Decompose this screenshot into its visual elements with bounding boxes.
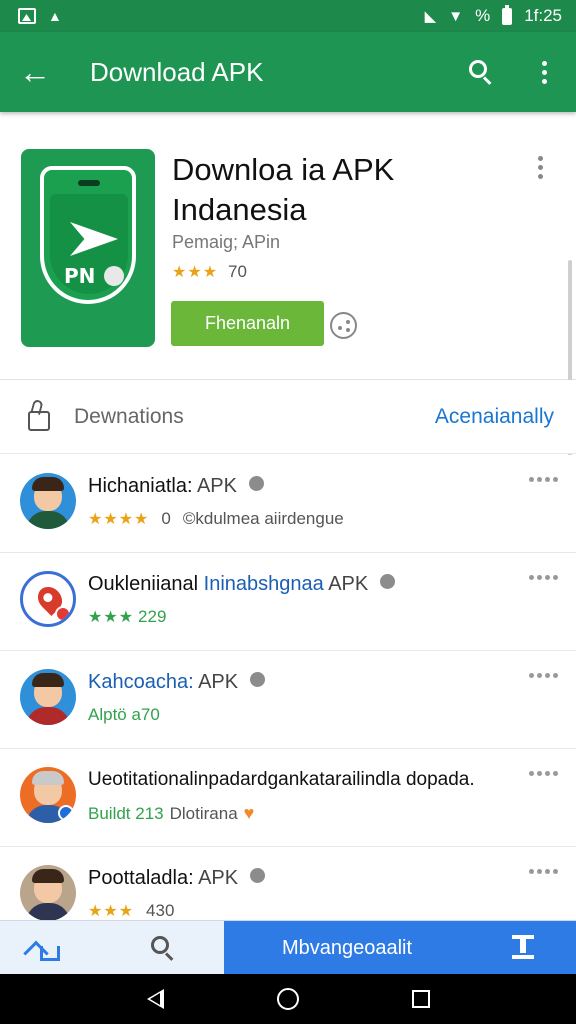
avatar bbox=[20, 767, 76, 823]
list-item-title: Hichaniatla: APK bbox=[88, 475, 264, 498]
person-search-icon bbox=[149, 935, 175, 961]
more-horiz-icon[interactable] bbox=[529, 673, 558, 678]
item-stars: ★★★ bbox=[88, 609, 135, 626]
download-icon bbox=[512, 935, 534, 961]
nav-home-tab[interactable] bbox=[0, 921, 100, 975]
status-bar: ▲ ◣ ▼ % 1f:25 bbox=[0, 0, 576, 32]
back-arrow-icon[interactable]: ← bbox=[0, 56, 70, 88]
list-item-meta: Buildt 213 Dlotirana ♥ bbox=[88, 803, 254, 824]
app-bar-title: Download APK bbox=[90, 56, 264, 87]
avatar bbox=[20, 473, 76, 529]
nav-downloads-tab[interactable]: Mbvangeoaalit bbox=[224, 921, 470, 975]
list-item-title: Poottaladla: APK bbox=[88, 867, 265, 890]
search-button[interactable] bbox=[448, 59, 512, 85]
battery-icon bbox=[502, 4, 513, 25]
item-name: Poottaladla: bbox=[88, 867, 194, 889]
rating-stars: ★★★ bbox=[172, 264, 219, 281]
more-horiz-icon[interactable] bbox=[529, 869, 558, 874]
item-name-accent: Ininabshgnaa bbox=[203, 573, 324, 595]
list-item[interactable]: Ueotitationalinpadardgankatarailindla do… bbox=[0, 749, 576, 847]
list-item[interactable]: Kahcoacha: APK Alptö a70 bbox=[0, 651, 576, 749]
item-extra: ©kdulmea aiirdengue bbox=[182, 509, 344, 528]
home-icon bbox=[23, 935, 64, 967]
verified-icon bbox=[249, 868, 265, 883]
status-left: ▲ bbox=[18, 8, 62, 24]
app-logo-text: PN bbox=[64, 264, 96, 288]
item-rating: 430 bbox=[146, 901, 175, 920]
section-header: Dewnations Acenaianally bbox=[0, 380, 576, 454]
more-horiz-icon[interactable] bbox=[529, 477, 558, 482]
item-rating: 0 bbox=[161, 509, 171, 528]
more-vert-icon[interactable] bbox=[538, 156, 543, 179]
nav-download-button[interactable] bbox=[470, 921, 576, 975]
verified-icon bbox=[249, 672, 265, 687]
item-rating: 229 bbox=[138, 607, 167, 626]
item-extra: Dlotirana bbox=[169, 803, 238, 823]
install-button[interactable]: Fhenanaln bbox=[171, 301, 324, 346]
alarm-icon: ◣ bbox=[424, 8, 437, 25]
item-rating: Buildt 213 bbox=[88, 803, 164, 823]
status-right: ◣ ▼ % 1f:25 bbox=[424, 4, 562, 26]
section-see-all-link[interactable]: Acenaianally bbox=[435, 405, 554, 429]
notification-icon: ▲ bbox=[48, 8, 62, 24]
avatar bbox=[20, 865, 76, 921]
item-apk-label: APK bbox=[198, 671, 239, 693]
item-rating: Alptö a70 bbox=[88, 705, 160, 724]
verified-icon bbox=[248, 476, 264, 491]
app-bar: ← Download APK bbox=[0, 32, 576, 112]
system-back-icon[interactable] bbox=[146, 989, 164, 1009]
nav-search-tab[interactable] bbox=[100, 921, 224, 975]
item-name-accent: Kahcoacha: bbox=[88, 671, 194, 693]
system-recents-icon[interactable] bbox=[411, 990, 430, 1008]
list-item-meta: ★★★ 430 bbox=[88, 901, 174, 921]
list-item-title: Kahcoacha: APK bbox=[88, 671, 265, 694]
gallery-notification-icon bbox=[18, 8, 36, 24]
list-item-meta: ★★★ 229 bbox=[88, 607, 166, 627]
more-vert-icon bbox=[541, 60, 547, 84]
verified-icon bbox=[379, 574, 395, 589]
bottom-navigation: Mbvangeoaalit bbox=[0, 920, 576, 975]
list-item-title: Oukleniianal Ininabshgnaa APK bbox=[88, 573, 395, 596]
battery-percent: % bbox=[475, 6, 491, 25]
share-icon[interactable] bbox=[330, 312, 357, 339]
app-rating: ★★★ 70 bbox=[172, 262, 247, 282]
list-item[interactable]: Hichaniatla: APK ★★★★ 0 ©kdulmea aiirden… bbox=[0, 455, 576, 553]
search-icon bbox=[467, 59, 493, 85]
item-stars: ★★★ bbox=[88, 903, 135, 920]
system-navigation-bar bbox=[0, 974, 576, 1024]
app-developer[interactable]: Pemaig; APin bbox=[172, 232, 280, 253]
app-name: Downloa ia APK Indanesia bbox=[172, 152, 395, 227]
item-apk-label: APK bbox=[198, 867, 239, 889]
rating-value: 70 bbox=[228, 262, 247, 281]
wifi-icon: ▼ bbox=[448, 7, 464, 25]
item-apk-label: APK bbox=[196, 475, 237, 497]
list-item-title: Ueotitationalinpadardgankatarailindla do… bbox=[88, 769, 475, 791]
item-name: Hichaniatla: bbox=[88, 475, 193, 497]
heart-icon: ♥ bbox=[243, 803, 255, 823]
more-horiz-icon[interactable] bbox=[529, 771, 558, 776]
system-home-icon[interactable] bbox=[276, 988, 299, 1010]
screen: ▲ ◣ ▼ % 1f:25 ← Download APK PN Downloa … bbox=[0, 0, 576, 1024]
item-name: Ueotitationalinpadardgankatarailindla do… bbox=[88, 769, 475, 790]
overflow-menu-button[interactable] bbox=[512, 60, 576, 84]
item-stars: ★★★★ bbox=[88, 511, 150, 528]
app-header: PN Downloa ia APK Indanesia Pemaig; APin… bbox=[0, 112, 576, 470]
clock: 1f:25 bbox=[524, 6, 562, 25]
thumbs-up-icon bbox=[22, 398, 56, 434]
avatar bbox=[20, 571, 76, 627]
app-logo-icon: PN bbox=[21, 149, 155, 347]
item-apk-label: APK bbox=[328, 573, 369, 595]
list-item[interactable]: Oukleniianal Ininabshgnaa APK ★★★ 229 bbox=[0, 553, 576, 651]
app-list: Hichaniatla: APK ★★★★ 0 ©kdulmea aiirden… bbox=[0, 455, 576, 945]
section-title: Dewnations bbox=[74, 404, 184, 428]
more-horiz-icon[interactable] bbox=[529, 575, 558, 580]
avatar bbox=[20, 669, 76, 725]
item-name: Oukleniianal bbox=[88, 573, 199, 595]
list-item-meta: ★★★★ 0 ©kdulmea aiirdengue bbox=[88, 509, 344, 529]
list-item-meta: Alptö a70 bbox=[88, 705, 160, 725]
